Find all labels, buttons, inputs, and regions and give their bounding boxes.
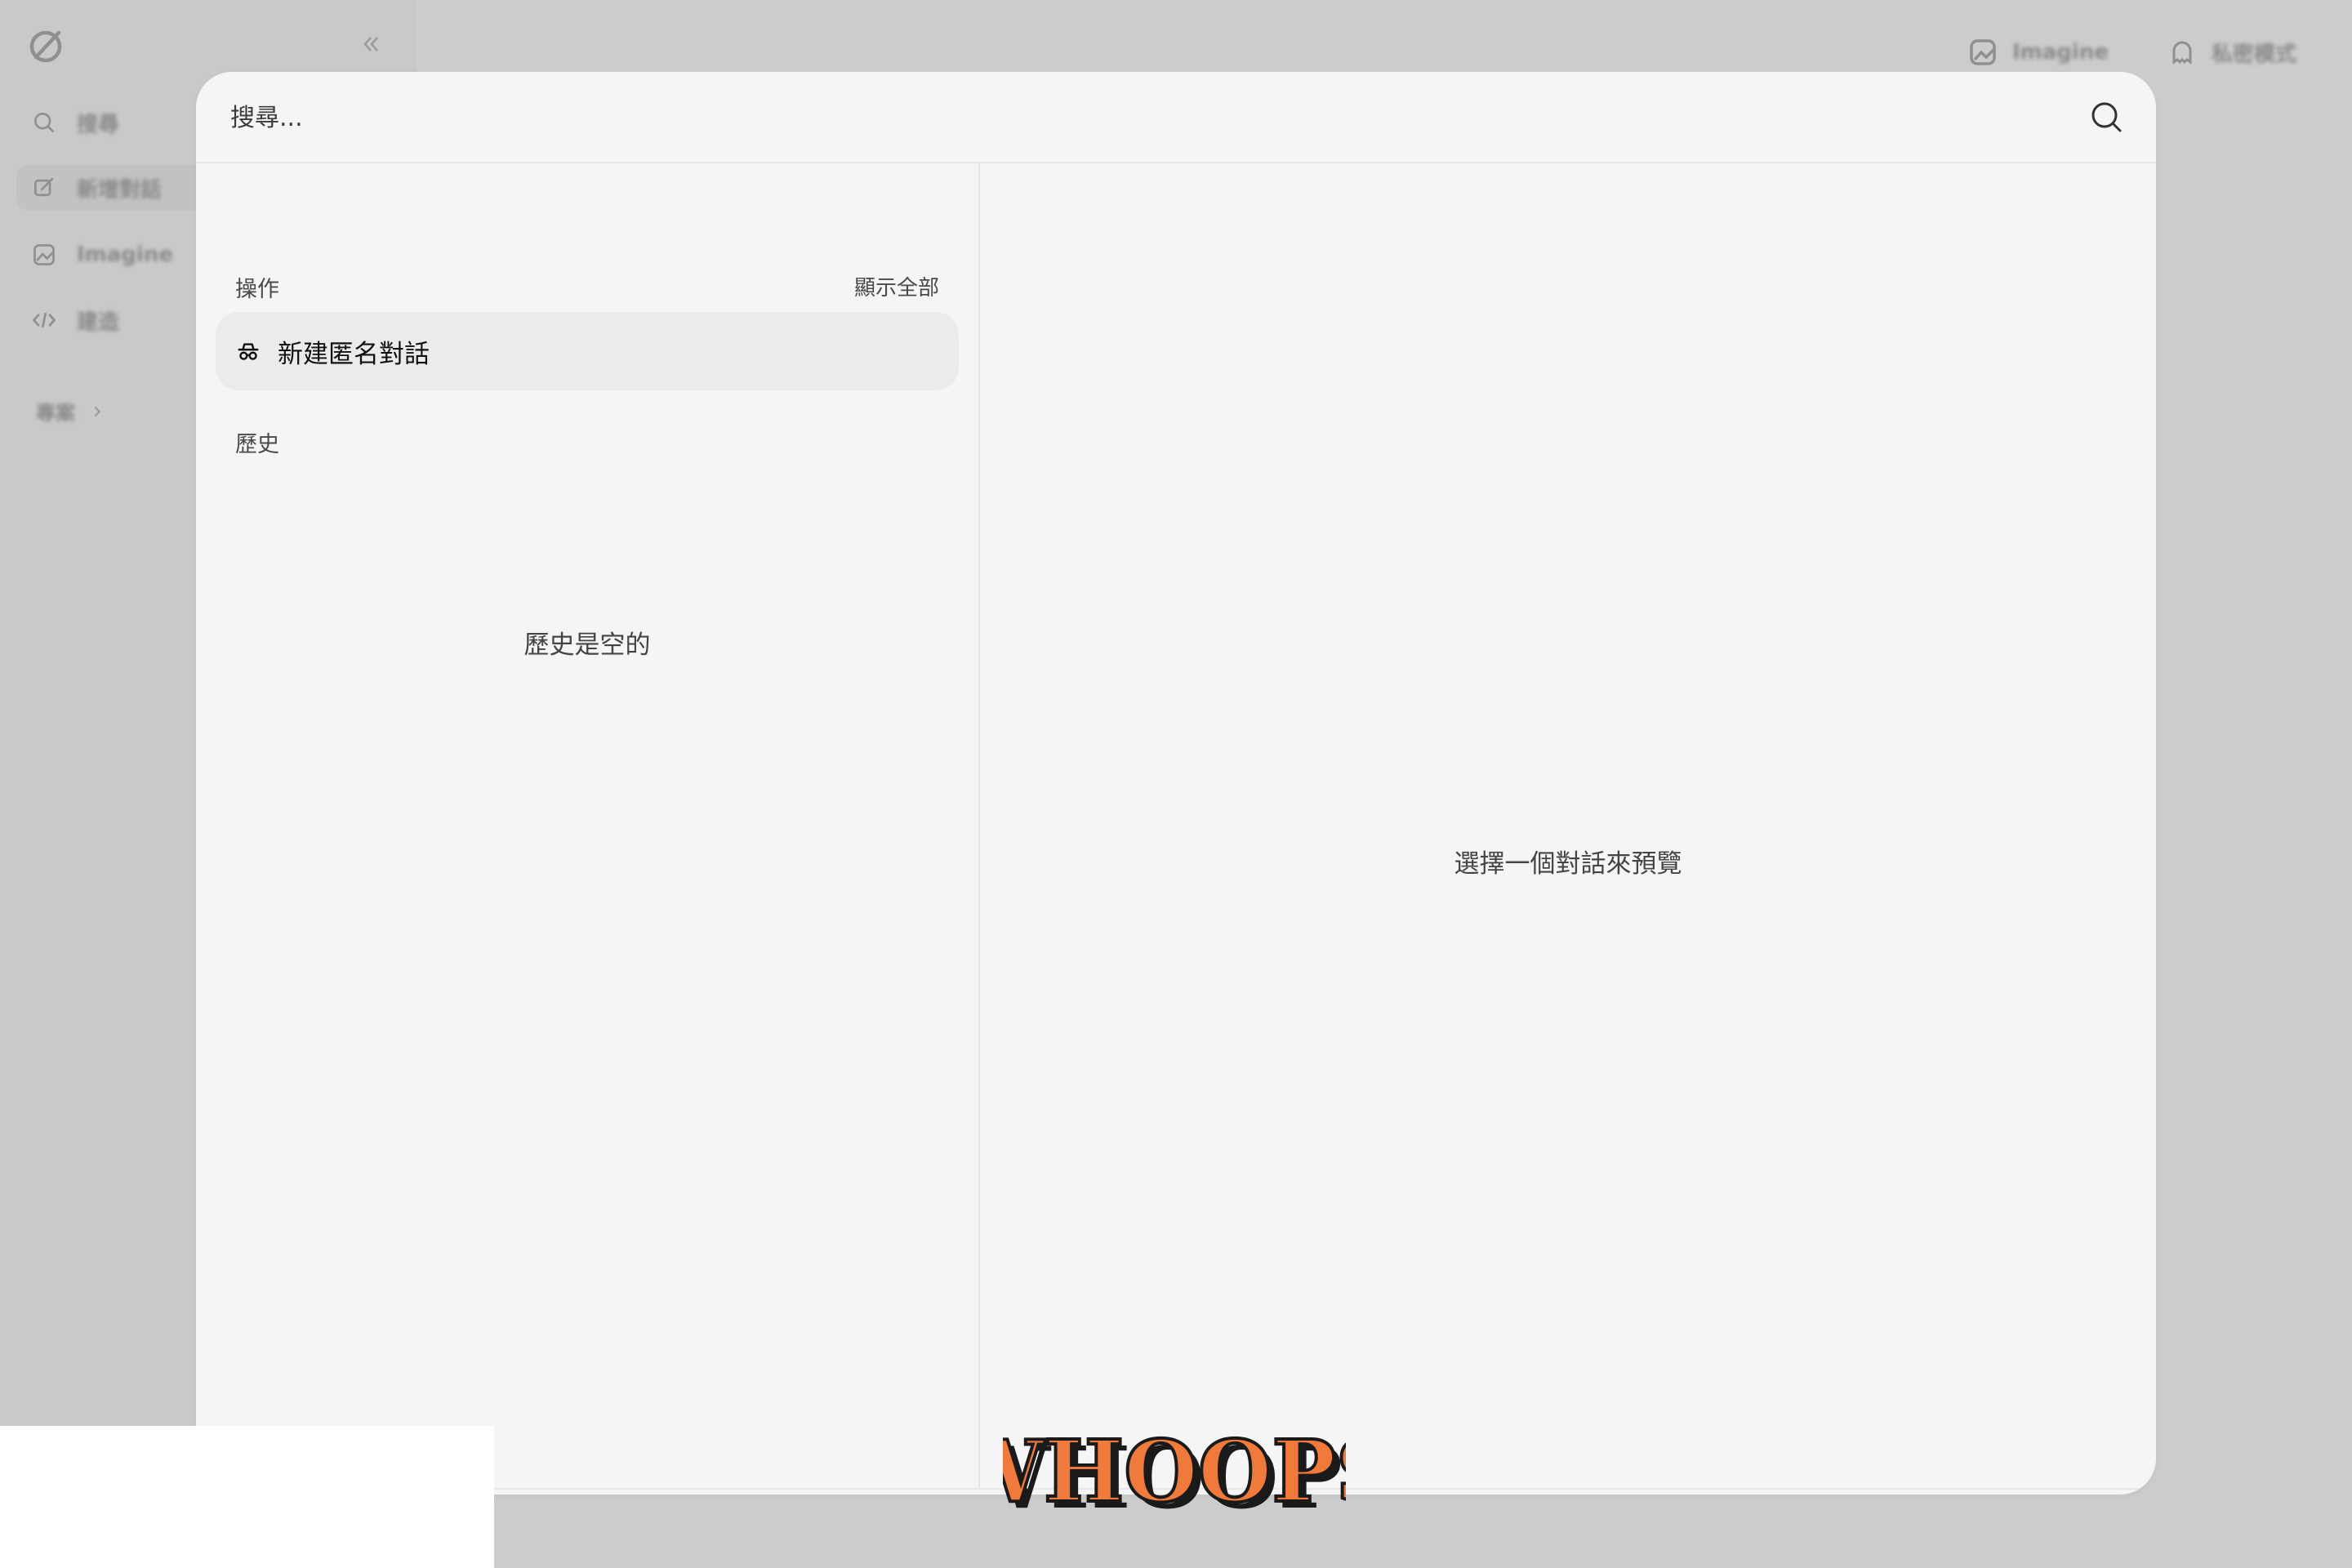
incognito-icon — [235, 338, 261, 364]
preview-empty-message: 選擇一個對話來預覽 — [1454, 849, 1682, 879]
sidebar-item-label: 搜尋 — [77, 112, 120, 137]
results-pane: 操作 顯示全部 新建匿名對話 歷史 歷史是空的 — [196, 162, 980, 1488]
sidebar-item-label: 建造 — [77, 310, 120, 335]
search-input[interactable] — [229, 91, 2061, 144]
code-icon — [29, 305, 59, 335]
sidebar-projects: 專案 — [36, 397, 105, 425]
svg-text:WHOOPS: WHOOPS — [1003, 1423, 1346, 1519]
show-all-button[interactable]: 顯示全部 — [854, 271, 939, 301]
top-private-mode: 私密模式 — [2167, 33, 2296, 72]
actions-section-title: 操作 — [235, 277, 279, 302]
sidebar-projects-label: 專案 — [36, 402, 75, 425]
sidebar-item-label: 新增對話 — [77, 177, 163, 203]
new-incognito-chat-label: 新建匿名對話 — [278, 339, 430, 369]
search-bar — [196, 72, 2156, 163]
top-private-mode-label: 私密模式 — [2212, 42, 2297, 67]
search-modal: 操作 顯示全部 新建匿名對話 歷史 歷史是空的 選擇一個對話來預覽 — [196, 72, 2156, 1494]
image-icon — [29, 240, 59, 270]
image-icon — [1970, 39, 1996, 65]
chevron-right-icon — [94, 406, 101, 416]
ghost-icon — [2172, 41, 2192, 65]
whoops-logo: WHOOPS WHOOPS — [1003, 1423, 1346, 1519]
blank-overlay-box — [0, 1426, 494, 1568]
sidebar-item-label: Imagine — [77, 243, 173, 267]
preview-pane: 選擇一個對話來預覽 — [980, 162, 2156, 1488]
search-icon[interactable] — [2089, 100, 2123, 134]
new-incognito-chat-item[interactable]: 新建匿名對話 — [216, 312, 959, 390]
collapse-sidebar-icon — [363, 37, 378, 51]
top-imagine-link: Imagine — [1968, 33, 2109, 72]
search-icon — [29, 108, 59, 137]
edit-icon — [29, 173, 59, 203]
app-logo-icon — [29, 30, 62, 63]
top-imagine-label: Imagine — [2012, 40, 2109, 65]
history-section-title: 歷史 — [235, 432, 279, 457]
history-empty-message: 歷史是空的 — [523, 630, 651, 660]
